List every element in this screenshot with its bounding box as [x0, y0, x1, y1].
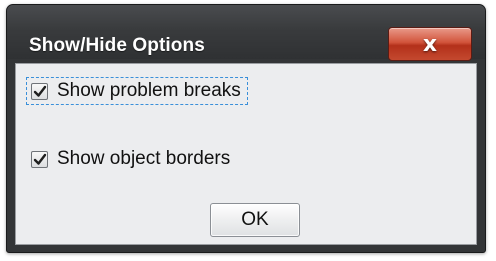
dialog-title: Show/Hide Options: [29, 35, 205, 56]
dialog-content: Show problem breaks Show object borders …: [15, 63, 477, 245]
show-problem-breaks-option[interactable]: Show problem breaks: [26, 77, 248, 105]
checkmark-icon: [33, 85, 47, 97]
show-hide-options-dialog: Show/Hide Options x Show problem breaks …: [6, 4, 486, 253]
show-problem-breaks-checkbox[interactable]: [31, 82, 48, 100]
show-problem-breaks-label: Show problem breaks: [57, 80, 241, 101]
ok-button[interactable]: OK: [210, 203, 300, 237]
show-object-borders-checkbox[interactable]: [31, 150, 48, 168]
show-object-borders-label: Show object borders: [57, 148, 231, 169]
checkmark-icon: [33, 153, 47, 165]
close-icon: x: [422, 31, 438, 57]
show-object-borders-option[interactable]: Show object borders: [31, 146, 236, 172]
close-button[interactable]: x: [388, 27, 472, 61]
dialog-titlebar[interactable]: Show/Hide Options x: [7, 5, 485, 61]
